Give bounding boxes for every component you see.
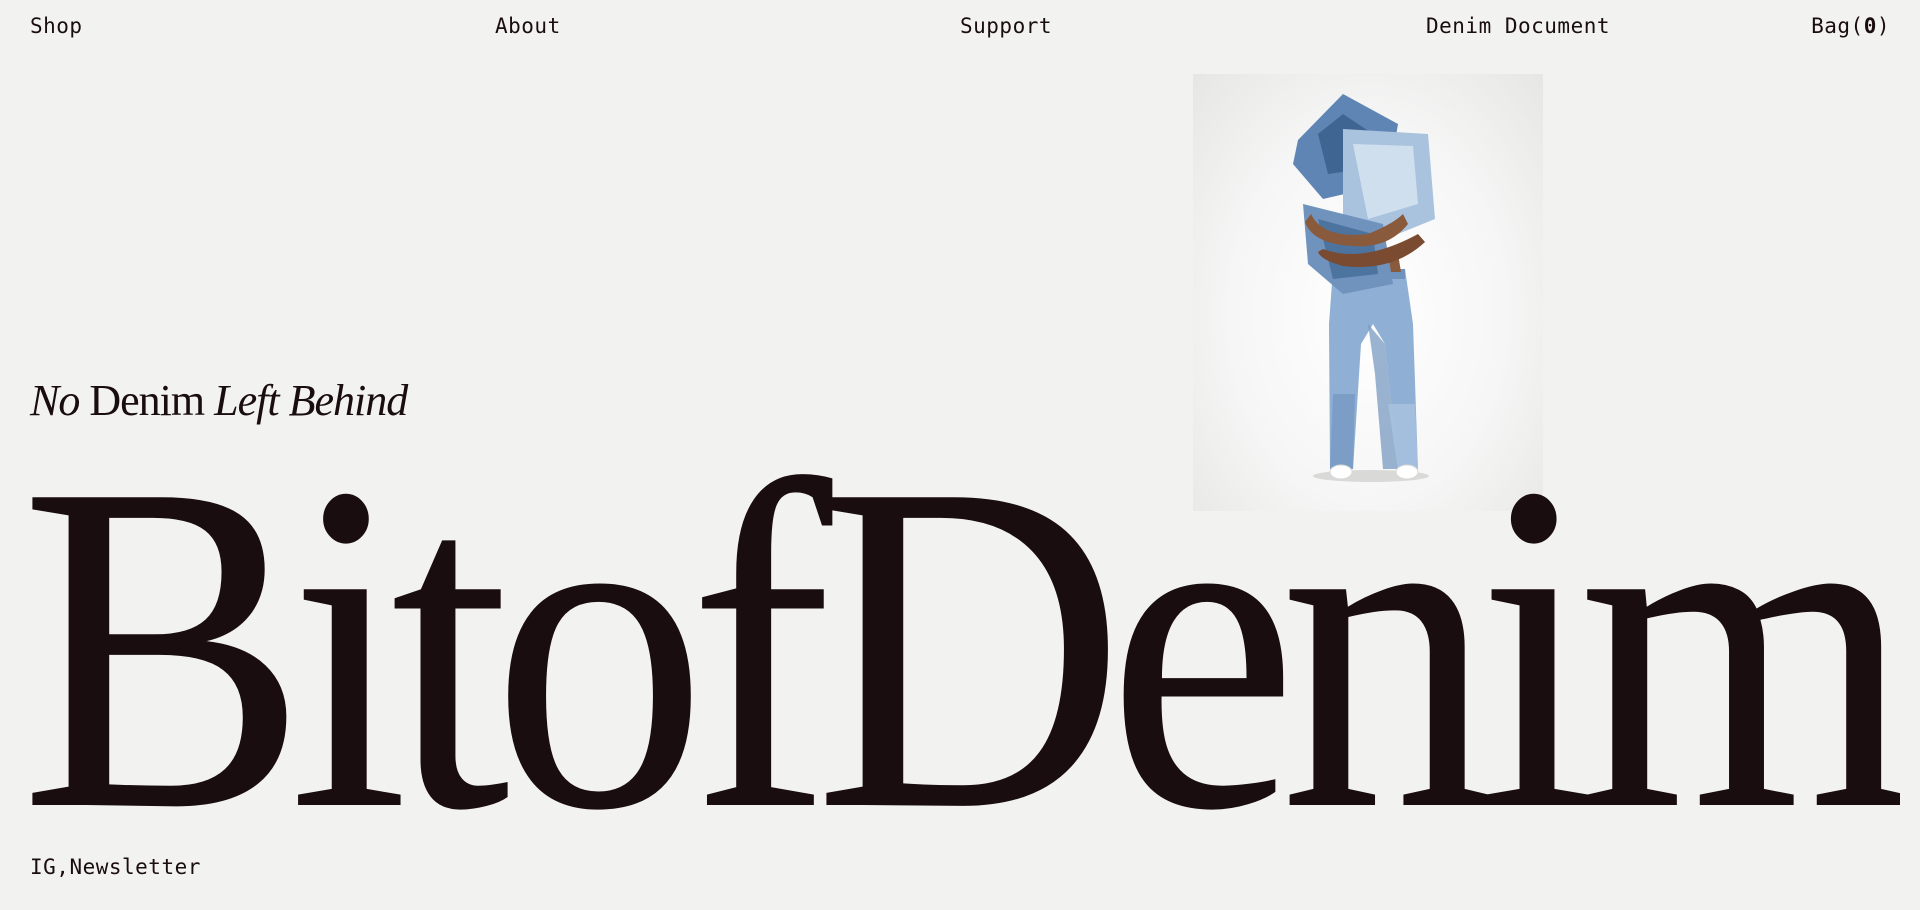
bag-label-close: ) (1876, 14, 1890, 38)
brand-wordmark: BitofDenim (20, 400, 1900, 840)
wordmark-svg: BitofDenim (20, 400, 1900, 840)
top-nav: Shop About Support Denim Document Bag(0) (30, 14, 1890, 44)
wordmark-text: BitofDenim (20, 400, 1900, 840)
nav-shop-link[interactable]: Shop (30, 14, 83, 38)
nav-denim-document-link[interactable]: Denim Document (1426, 14, 1610, 38)
newsletter-link[interactable]: Newsletter (69, 855, 200, 879)
bag-button[interactable]: Bag(0) (1811, 14, 1890, 38)
instagram-link[interactable]: IG (30, 855, 56, 879)
footer-links: IG,Newsletter (30, 855, 201, 879)
bag-count: 0 (1863, 14, 1877, 38)
bag-label: Bag( (1811, 14, 1864, 38)
nav-support-link[interactable]: Support (960, 14, 1052, 38)
nav-about-link[interactable]: About (495, 14, 561, 38)
footer-separator: , (56, 855, 70, 879)
